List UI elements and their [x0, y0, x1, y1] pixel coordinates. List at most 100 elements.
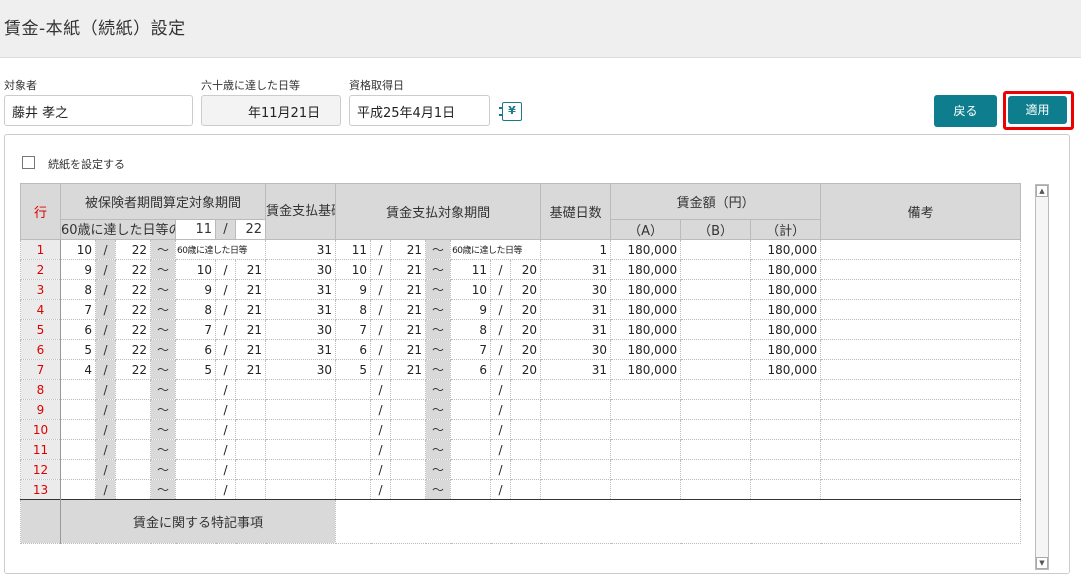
cell-wed[interactable]: 20 — [510, 279, 542, 300]
cell-wem[interactable]: 9 — [450, 299, 492, 320]
apply-button[interactable]: 適用 — [1008, 96, 1067, 124]
vertical-scrollbar[interactable]: ▲ ▼ — [1035, 184, 1049, 570]
cell-wsm[interactable]: 8 — [335, 299, 372, 320]
cell-pdays[interactable] — [265, 419, 337, 440]
cell-b[interactable] — [680, 419, 752, 440]
cell-ed[interactable]: 21 — [234, 339, 267, 360]
cell-t[interactable]: 180,000 — [750, 299, 822, 320]
cell-rem[interactable] — [820, 299, 1022, 320]
cell-wed[interactable]: 20 — [510, 299, 542, 320]
cell-pdays[interactable] — [265, 479, 337, 500]
cell-wed[interactable]: 20 — [510, 359, 542, 380]
cell-rem[interactable] — [820, 379, 1022, 400]
cell-wsm[interactable]: 6 — [335, 339, 372, 360]
cell-a[interactable] — [610, 439, 682, 460]
cell-wsd[interactable] — [390, 459, 427, 480]
cell-pdays[interactable] — [265, 399, 337, 420]
cell-em[interactable] — [175, 399, 216, 420]
cell-sd[interactable] — [115, 419, 151, 440]
age60-month-cell[interactable]: 11 — [175, 219, 216, 240]
cell-rem[interactable] — [820, 339, 1022, 360]
cell-wsm[interactable]: 10 — [335, 259, 372, 280]
cell-pdays[interactable]: 30 — [265, 359, 337, 380]
cell-wsm[interactable]: 5 — [335, 359, 372, 380]
cell-a[interactable]: 180,000 — [610, 259, 682, 280]
cell-wsd[interactable] — [390, 379, 427, 400]
cell-ed[interactable] — [234, 399, 267, 420]
cell-em[interactable]: 9 — [175, 279, 216, 300]
cell-wsm[interactable]: 7 — [335, 319, 372, 340]
cell-ed[interactable]: 21 — [234, 299, 267, 320]
cell-sm[interactable]: 5 — [60, 339, 96, 360]
cell-sm[interactable] — [60, 459, 96, 480]
scroll-down-arrow-icon[interactable]: ▼ — [1036, 557, 1048, 569]
cell-em[interactable]: 10 — [175, 259, 216, 280]
cell-t[interactable]: 180,000 — [750, 339, 822, 360]
cell-rem[interactable] — [820, 279, 1022, 300]
cell-t[interactable] — [750, 419, 822, 440]
cell-wsm[interactable] — [335, 479, 372, 500]
cell-wsm[interactable]: 11 — [335, 239, 372, 260]
cell-b[interactable] — [680, 399, 752, 420]
cell-ed[interactable]: 21 — [234, 359, 267, 380]
cell-wsm[interactable] — [335, 419, 372, 440]
cell-b[interactable] — [680, 479, 752, 500]
cell-b[interactable] — [680, 259, 752, 280]
cell-bdays[interactable]: 31 — [540, 359, 612, 380]
cell-sm[interactable]: 6 — [60, 319, 96, 340]
cell-wed[interactable] — [510, 479, 542, 500]
cell-sd[interactable]: 22 — [115, 299, 151, 320]
cell-sm[interactable]: 8 — [60, 279, 96, 300]
cell-wsd[interactable]: 21 — [390, 239, 427, 260]
cell-wem[interactable] — [450, 399, 492, 420]
cell-sm[interactable] — [60, 419, 96, 440]
cell-b[interactable] — [680, 339, 752, 360]
cell-ed[interactable] — [234, 479, 267, 500]
cell-bdays[interactable]: 31 — [540, 319, 612, 340]
cell-em[interactable]: 8 — [175, 299, 216, 320]
cell-b[interactable] — [680, 319, 752, 340]
cell-pdays[interactable] — [265, 459, 337, 480]
scroll-up-arrow-icon[interactable]: ▲ — [1036, 185, 1048, 197]
cell-a[interactable]: 180,000 — [610, 239, 682, 260]
cell-sd[interactable] — [115, 379, 151, 400]
cell-a[interactable]: 180,000 — [610, 299, 682, 320]
cell-t[interactable]: 180,000 — [750, 319, 822, 340]
cell-bdays[interactable] — [540, 479, 612, 500]
cell-sm[interactable]: 4 — [60, 359, 96, 380]
cell-wed[interactable] — [510, 399, 542, 420]
cell-wem[interactable]: 7 — [450, 339, 492, 360]
cell-ed[interactable] — [234, 439, 267, 460]
cell-a[interactable]: 180,000 — [610, 319, 682, 340]
cell-wed[interactable]: 20 — [510, 259, 542, 280]
cell-wem[interactable] — [450, 379, 492, 400]
cell-sm[interactable]: 9 — [60, 259, 96, 280]
cell-bdays[interactable]: 30 — [540, 339, 612, 360]
age60-reached-cell[interactable]: 60歳に達した日等 — [450, 239, 542, 260]
cell-t[interactable] — [750, 459, 822, 480]
cell-wsd[interactable]: 21 — [390, 359, 427, 380]
cell-b[interactable] — [680, 439, 752, 460]
cell-wem[interactable] — [450, 459, 492, 480]
cell-sd[interactable]: 22 — [115, 319, 151, 340]
cell-wem[interactable] — [450, 419, 492, 440]
cell-rem[interactable] — [820, 359, 1022, 380]
cell-ed[interactable] — [234, 379, 267, 400]
cell-wsd[interactable] — [390, 399, 427, 420]
cell-pdays[interactable]: 30 — [265, 319, 337, 340]
cell-wed[interactable] — [510, 439, 542, 460]
cell-b[interactable] — [680, 279, 752, 300]
cell-rem[interactable] — [820, 479, 1022, 500]
cell-em[interactable]: 6 — [175, 339, 216, 360]
cell-t[interactable] — [750, 399, 822, 420]
cell-sd[interactable] — [115, 459, 151, 480]
cell-wsd[interactable]: 21 — [390, 339, 427, 360]
cell-a[interactable] — [610, 479, 682, 500]
cell-t[interactable]: 180,000 — [750, 279, 822, 300]
cell-wem[interactable]: 10 — [450, 279, 492, 300]
cell-bdays[interactable] — [540, 419, 612, 440]
cell-em[interactable]: 5 — [175, 359, 216, 380]
back-button[interactable]: 戻る — [934, 95, 997, 127]
cell-wed[interactable] — [510, 459, 542, 480]
cell-wed[interactable]: 20 — [510, 339, 542, 360]
